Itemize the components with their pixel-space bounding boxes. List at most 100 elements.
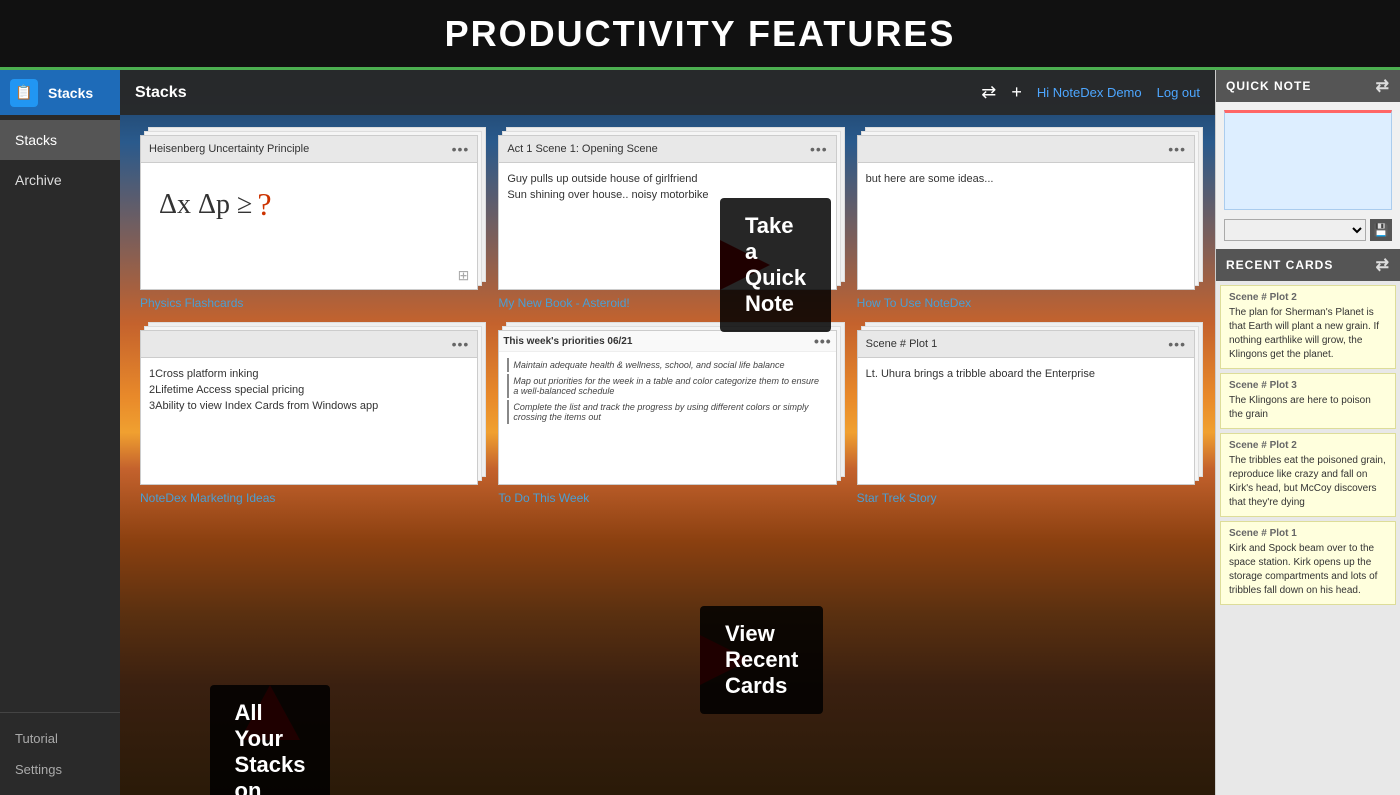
stack-todo-col: This week's priorities 06/21 ••• Maintai… xyxy=(498,330,836,505)
main-layout: 📋 Stacks Stacks Archive Tutorial Setting… xyxy=(0,70,1400,795)
stack-label-startrek[interactable]: Star Trek Story xyxy=(857,491,937,505)
card-title-todo: This week's priorities 06/21 xyxy=(503,336,632,347)
stack-label-howto[interactable]: How To Use NoteDex xyxy=(857,296,972,310)
recent-cards-header: RECENT CARDS ⇄ xyxy=(1216,249,1400,281)
card-menu-todo[interactable]: ••• xyxy=(814,333,832,349)
recent-cards-refresh-icon[interactable]: ⇄ xyxy=(1376,255,1390,275)
recent-cards-list: Scene # Plot 2 The plan for Sherman's Pl… xyxy=(1216,281,1400,795)
card-header-todo: This week's priorities 06/21 ••• xyxy=(499,331,835,352)
sidebar-bottom: Tutorial Settings xyxy=(0,712,120,795)
recent-card-text-2: The tribbles eat the poisoned grain, rep… xyxy=(1229,454,1387,510)
sidebar-item-archive[interactable]: Archive xyxy=(0,160,120,200)
quick-note-input[interactable] xyxy=(1224,110,1392,210)
sidebar-title: Stacks xyxy=(48,85,93,101)
recent-card-title-0: Scene # Plot 2 xyxy=(1229,292,1387,303)
quick-note-label: Take a Quick Note xyxy=(720,198,831,332)
card-title-book: Act 1 Scene 1: Opening Scene xyxy=(507,143,657,155)
recent-card-title-3: Scene # Plot 1 xyxy=(1229,528,1387,539)
stack-howto[interactable]: ••• but here are some ideas... xyxy=(857,135,1195,290)
card-header: Heisenberg Uncertainty Principle ••• xyxy=(141,136,477,163)
toolbar-right: ⇄ + Hi NoteDex Demo Log out xyxy=(981,82,1200,103)
card-body-todo: Maintain adequate health & wellness, sch… xyxy=(499,352,835,430)
stacks-label: All Your Stacks on Home Page xyxy=(210,685,331,795)
right-panel: QUICK NOTE ⇄ 💾 RECENT CARDS ⇄ Scene # Pl… xyxy=(1215,70,1400,795)
recent-card-3[interactable]: Scene # Plot 1 Kirk and Spock beam over … xyxy=(1220,521,1396,605)
card-body: Δx Δp ≥ ? xyxy=(141,163,477,246)
recent-card-text-1: The Klingons are here to poison the grai… xyxy=(1229,394,1387,422)
stack-front-todo: This week's priorities 06/21 ••• Maintai… xyxy=(498,330,836,485)
stack-howto-col: ••• but here are some ideas... How To Us… xyxy=(857,135,1195,310)
sidebar-header: 📋 Stacks xyxy=(0,70,120,115)
stacks-grid: Heisenberg Uncertainty Principle ••• Δx … xyxy=(120,120,1215,520)
logout-button[interactable]: Log out xyxy=(1157,85,1200,100)
stack-icon: ⊞ xyxy=(458,267,470,284)
add-icon[interactable]: + xyxy=(1011,82,1022,103)
todo-note-3: Complete the list and track the progress… xyxy=(507,400,827,424)
stack-label-physics[interactable]: Physics Flashcards xyxy=(140,296,243,310)
recent-cards-label: View Recent Cards xyxy=(700,606,823,714)
card-menu-dots[interactable]: ••• xyxy=(452,141,470,157)
app-title: PRODUCTIVITY FEATURES xyxy=(445,13,956,55)
recent-card-text-0: The plan for Sherman's Planet is that Ea… xyxy=(1229,306,1387,362)
howto-text: but here are some ideas... xyxy=(866,171,1186,187)
stacks-annotation: All Your Stacks on Home Page xyxy=(240,685,300,745)
card-body-mkt: 1Cross platform inking 2Lifetime Access … xyxy=(141,358,477,422)
background-image: Stacks ⇄ + Hi NoteDex Demo Log out xyxy=(120,70,1215,795)
mkt-line-3: 3Ability to view Index Cards from Window… xyxy=(149,398,469,414)
quick-note-save-button[interactable]: 💾 xyxy=(1370,219,1392,241)
stack-label-todo[interactable]: To Do This Week xyxy=(498,491,589,505)
note-line-1: Guy pulls up outside house of girlfriend xyxy=(507,171,827,187)
card-menu-book[interactable]: ••• xyxy=(810,141,828,157)
stack-startrek-col: Scene # Plot 1 ••• Lt. Uhura brings a tr… xyxy=(857,330,1195,505)
card-menu-howto[interactable]: ••• xyxy=(1168,141,1186,157)
recent-card-2[interactable]: Scene # Plot 2 The tribbles eat the pois… xyxy=(1220,433,1396,517)
card-header-howto: ••• xyxy=(858,136,1194,163)
stack-label-marketing[interactable]: NoteDex Marketing Ideas xyxy=(140,491,275,505)
stack-todo[interactable]: This week's priorities 06/21 ••• Maintai… xyxy=(498,330,836,485)
recent-card-title-2: Scene # Plot 2 xyxy=(1229,440,1387,451)
card-body-st: Lt. Uhura brings a tribble aboard the En… xyxy=(858,358,1194,390)
todo-note-1: Maintain adequate health & wellness, sch… xyxy=(507,358,827,372)
sidebar-item-stacks[interactable]: Stacks xyxy=(0,120,120,160)
recent-card-text-3: Kirk and Spock beam over to the space st… xyxy=(1229,542,1387,598)
stack-front: Heisenberg Uncertainty Principle ••• Δx … xyxy=(140,135,478,290)
card-header-mkt: ••• xyxy=(141,331,477,358)
card-header-book: Act 1 Scene 1: Opening Scene ••• xyxy=(499,136,835,163)
card-header-st: Scene # Plot 1 ••• xyxy=(858,331,1194,358)
stack-physics[interactable]: Heisenberg Uncertainty Principle ••• Δx … xyxy=(140,135,478,290)
formula-question: ? xyxy=(257,186,271,223)
recent-card-1[interactable]: Scene # Plot 3 The Klingons are here to … xyxy=(1220,373,1396,429)
card-menu-mkt[interactable]: ••• xyxy=(452,336,470,352)
sidebar-nav: Stacks Archive xyxy=(0,115,120,712)
mkt-line-2: 2Lifetime Access special pricing xyxy=(149,382,469,398)
quick-note-refresh-icon[interactable]: ⇄ xyxy=(1376,76,1390,96)
stack-label-book[interactable]: My New Book - Asteroid! xyxy=(498,296,629,310)
logo-icon: 📋 xyxy=(15,84,32,101)
stack-startrek[interactable]: Scene # Plot 1 ••• Lt. Uhura brings a tr… xyxy=(857,330,1195,485)
recent-card-title-1: Scene # Plot 3 xyxy=(1229,380,1387,391)
top-header: PRODUCTIVITY FEATURES xyxy=(0,0,1400,70)
refresh-icon[interactable]: ⇄ xyxy=(981,82,996,103)
stack-physics-col: Heisenberg Uncertainty Principle ••• Δx … xyxy=(140,135,478,310)
recent-cards-header-label: RECENT CARDS xyxy=(1226,258,1333,272)
recent-card-0[interactable]: Scene # Plot 2 The plan for Sherman's Pl… xyxy=(1220,285,1396,369)
content-area: Stacks ⇄ + Hi NoteDex Demo Log out xyxy=(120,70,1215,795)
formula-display: Δx Δp ≥ ? xyxy=(149,171,469,238)
card-title-st: Scene # Plot 1 xyxy=(866,338,938,350)
quick-note-header-label: QUICK NOTE xyxy=(1226,79,1311,93)
sidebar-item-settings[interactable]: Settings xyxy=(15,754,105,785)
formula-text: Δx Δp ≥ xyxy=(159,189,252,221)
quick-note-header: QUICK NOTE ⇄ xyxy=(1216,70,1400,102)
quick-note-annotation: Take a Quick Note xyxy=(720,240,770,290)
card-title: Heisenberg Uncertainty Principle xyxy=(149,143,309,155)
quick-note-controls: 💾 xyxy=(1224,219,1392,241)
sidebar: 📋 Stacks Stacks Archive Tutorial Setting… xyxy=(0,70,120,795)
sidebar-logo: 📋 xyxy=(10,79,38,107)
sidebar-item-tutorial[interactable]: Tutorial xyxy=(15,723,105,754)
stack-marketing-col: ••• 1Cross platform inking 2Lifetime Acc… xyxy=(140,330,478,505)
stack-marketing[interactable]: ••• 1Cross platform inking 2Lifetime Acc… xyxy=(140,330,478,485)
quick-note-stack-select[interactable] xyxy=(1224,219,1366,241)
st-line-1: Lt. Uhura brings a tribble aboard the En… xyxy=(866,366,1186,382)
user-label[interactable]: Hi NoteDex Demo xyxy=(1037,85,1142,100)
card-menu-st[interactable]: ••• xyxy=(1168,336,1186,352)
